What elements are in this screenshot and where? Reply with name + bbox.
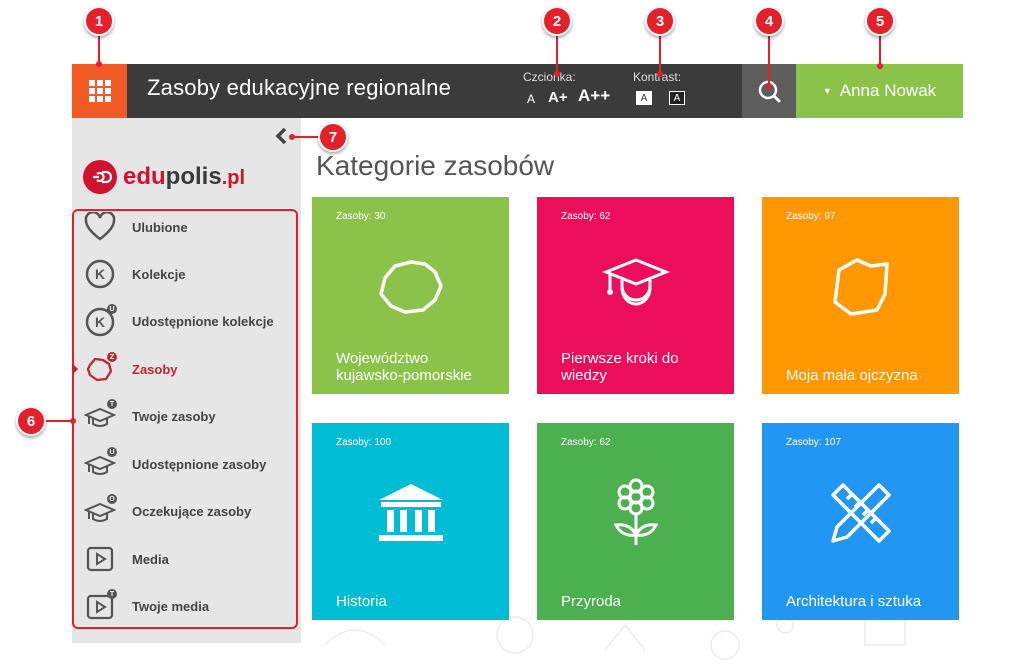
country-map-icon — [762, 247, 959, 327]
flower-icon — [537, 473, 734, 553]
svg-text:K: K — [95, 266, 105, 282]
region-map-icon — [312, 247, 509, 327]
collection-k-icon: K — [82, 256, 118, 292]
sidebar-item-twoje-media[interactable]: T Twoje media — [82, 588, 209, 624]
category-tile-moja-mala-ojczyzna[interactable]: Zasoby: 97 Moja mała ojczyzna — [762, 197, 959, 394]
graduation-cap-icon: U — [82, 446, 118, 482]
tile-count: Zasoby: 62 — [561, 437, 611, 448]
font-size-label: Czcionka: — [523, 70, 576, 84]
heart-icon — [82, 209, 118, 245]
category-tile-kujawsko-pomorskie[interactable]: Zasoby: 30 Województwo kujawsko-pomorski… — [312, 197, 509, 394]
user-name: Anna Nowak — [839, 81, 937, 100]
badge-z: Z — [107, 352, 117, 362]
sidebar-item-kolekcje[interactable]: K Kolekcje — [82, 256, 185, 292]
callout-6: 6 — [16, 406, 46, 436]
sidebar-item-media[interactable]: Media — [82, 541, 169, 577]
museum-icon — [312, 473, 509, 553]
sidebar-item-ulubione[interactable]: Ulubione — [82, 209, 188, 245]
apps-menu-button[interactable] — [72, 64, 127, 118]
tile-name: Przyroda — [561, 593, 622, 610]
contrast-high-button[interactable]: A — [669, 91, 685, 105]
sidebar-item-label: Media — [132, 551, 169, 567]
chevron-left-icon — [275, 127, 287, 145]
sidebar-item-label: Udostępnione zasoby — [132, 456, 267, 472]
ruler-pencil-icon — [762, 473, 959, 553]
tile-count: Zasoby: 30 — [336, 211, 386, 222]
user-menu-button[interactable]: ▼ Anna Nowak — [796, 64, 963, 118]
callout-5: 5 — [865, 6, 895, 36]
grid-icon — [88, 80, 111, 102]
category-tile-przyroda[interactable]: Zasoby: 62 Przyroda — [537, 423, 734, 620]
callout-4: 4 — [754, 6, 784, 36]
sidebar-item-label: Kolekcje — [132, 266, 186, 282]
badge-t: T — [107, 399, 117, 409]
callout-1: 1 — [84, 6, 114, 36]
active-indicator-icon — [72, 363, 78, 375]
font-size-small-button[interactable]: A — [527, 92, 535, 106]
sidebar-item-label: Udostępnione kolekcje — [132, 313, 274, 329]
play-icon — [82, 541, 118, 577]
svg-text:K: K — [95, 314, 105, 330]
edupolis-logo[interactable]: edupolis.pl — [83, 160, 245, 194]
tile-count: Zasoby: 100 — [336, 437, 392, 448]
badge-u: U — [107, 304, 117, 314]
tile-count: Zasoby: 107 — [786, 437, 842, 448]
play-icon: T — [82, 588, 118, 624]
tile-name: Województwo kujawsko-pomorskie — [336, 350, 472, 384]
callout-3: 3 — [645, 6, 675, 36]
chevron-down-icon: ▼ — [822, 86, 832, 96]
tile-count: Zasoby: 62 — [561, 211, 611, 222]
badge-t: T — [107, 589, 117, 599]
sidebar-item-zasoby[interactable]: Z Zasoby — [72, 351, 178, 387]
page-title: Kategorie zasobów — [316, 150, 555, 181]
logo-text: edupolis.pl — [123, 163, 246, 190]
logo-mark-icon — [83, 160, 117, 194]
sidebar-item-label: Twoje zasoby — [132, 408, 216, 424]
sidebar-item-udostepnione-zasoby[interactable]: U Udostępnione zasoby — [82, 446, 266, 482]
sidebar-item-oczekujace-zasoby[interactable]: O Oczekujące zasoby — [82, 493, 251, 529]
tile-name: Architektura i sztuka — [786, 593, 922, 610]
callout-2: 2 — [542, 6, 572, 36]
callout-7: 7 — [318, 122, 348, 152]
category-tile-pierwsze-kroki[interactable]: Zasoby: 62 Pierwsze kroki do wiedzy — [537, 197, 734, 394]
badge-u: U — [107, 447, 117, 457]
category-tile-architektura-i-sztuka[interactable]: Zasoby: 107 Architektura i sztuka — [762, 423, 959, 620]
sidebar-item-label: Twoje media — [132, 598, 210, 614]
sidebar-item-label: Ulubione — [132, 219, 188, 235]
font-size-medium-button[interactable]: A+ — [548, 89, 568, 106]
sidebar-item-twoje-zasoby[interactable]: T Twoje zasoby — [82, 398, 216, 434]
font-size-large-button[interactable]: A++ — [578, 86, 610, 106]
sidebar-item-label: Zasoby — [132, 361, 178, 377]
tile-name: Moja mała ojczyzna — [786, 367, 918, 384]
graduate-icon — [537, 247, 734, 327]
tile-name: Pierwsze kroki do wiedzy — [561, 350, 679, 384]
badge-o: O — [107, 494, 117, 504]
sidebar-item-udostepnione-kolekcje[interactable]: K U Udostępnione kolekcje — [82, 303, 274, 339]
contrast-normal-button[interactable]: A — [636, 91, 652, 105]
category-tile-historia[interactable]: Zasoby: 100 Historia — [312, 423, 509, 620]
collection-k-icon: K U — [82, 303, 118, 339]
graduation-cap-icon: O — [82, 493, 118, 529]
sidebar-item-label: Oczekujące zasoby — [132, 503, 252, 519]
sidebar-collapse-button[interactable] — [274, 127, 288, 145]
region-map-icon: Z — [82, 351, 118, 387]
tile-name: Historia — [336, 593, 387, 610]
tile-count: Zasoby: 97 — [786, 211, 836, 222]
app-title: Zasoby edukacyjne regionalne — [147, 75, 452, 100]
graduation-cap-icon: T — [82, 398, 118, 434]
